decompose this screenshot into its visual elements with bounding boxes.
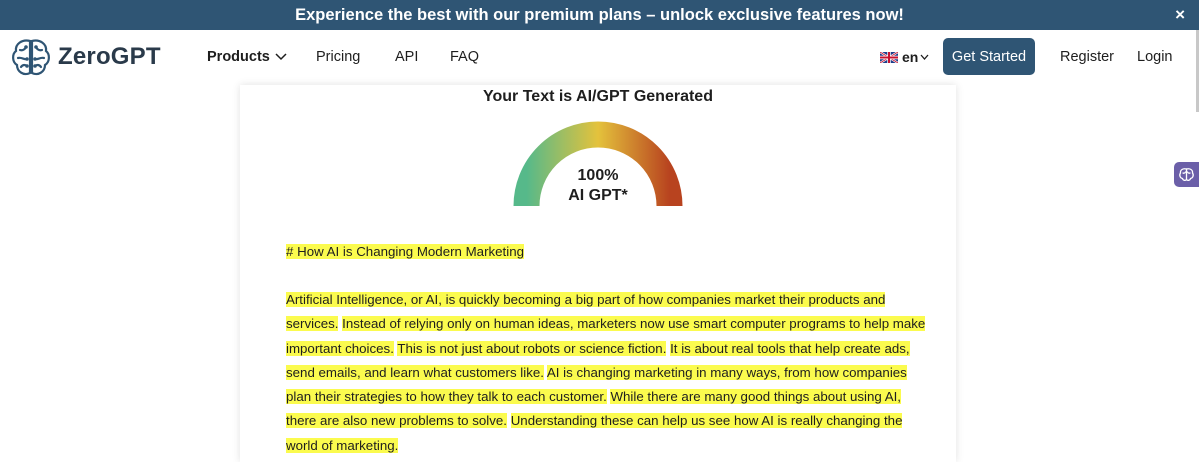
highlighted-sentence: This is not just about robots or science…	[397, 340, 667, 356]
nav-register[interactable]: Register	[1060, 49, 1114, 65]
brain-widget-icon	[1179, 168, 1194, 182]
highlighted-paragraph: Artificial Intelligence, or AI, is quick…	[286, 288, 926, 458]
chevron-down-icon	[275, 53, 287, 61]
brain-logo-icon	[12, 39, 50, 76]
promo-text: Experience the best with our premium pla…	[295, 5, 904, 24]
analyzed-text: # How AI is Changing Modern Marketing Ar…	[286, 240, 926, 458]
logo[interactable]: ZeroGPT	[10, 36, 161, 78]
result-title: Your Text is AI/GPT Generated	[483, 88, 713, 105]
language-label: en	[902, 49, 919, 65]
nav-products[interactable]: Products	[207, 49, 287, 65]
language-selector[interactable]: en	[880, 49, 929, 65]
highlighted-heading: # How AI is Changing Modern Marketing	[286, 244, 524, 259]
uk-flag-icon	[880, 51, 898, 63]
promo-banner[interactable]: Experience the best with our premium pla…	[0, 0, 1199, 30]
nav-products-label: Products	[207, 49, 270, 65]
nav-login[interactable]: Login	[1137, 49, 1172, 65]
gauge-readout: 100% AI GPT*	[498, 166, 698, 206]
ai-label: AI GPT*	[568, 187, 628, 204]
brain-widget-button[interactable]	[1174, 162, 1199, 187]
nav-faq[interactable]: FAQ	[450, 49, 479, 65]
nav-pricing[interactable]: Pricing	[316, 49, 360, 65]
result-card: Your Text is AI/GPT Generated 100% AI GP…	[240, 85, 956, 462]
get-started-button[interactable]: Get Started	[943, 38, 1035, 75]
logo-text: ZeroGPT	[58, 43, 161, 70]
ai-percentage: 100%	[577, 167, 619, 184]
chevron-down-icon	[920, 54, 929, 60]
top-nav: ZeroGPT Products Pricing API FAQ en Get …	[0, 30, 1199, 85]
nav-api[interactable]: API	[395, 49, 418, 65]
close-icon[interactable]: ×	[1175, 5, 1185, 25]
